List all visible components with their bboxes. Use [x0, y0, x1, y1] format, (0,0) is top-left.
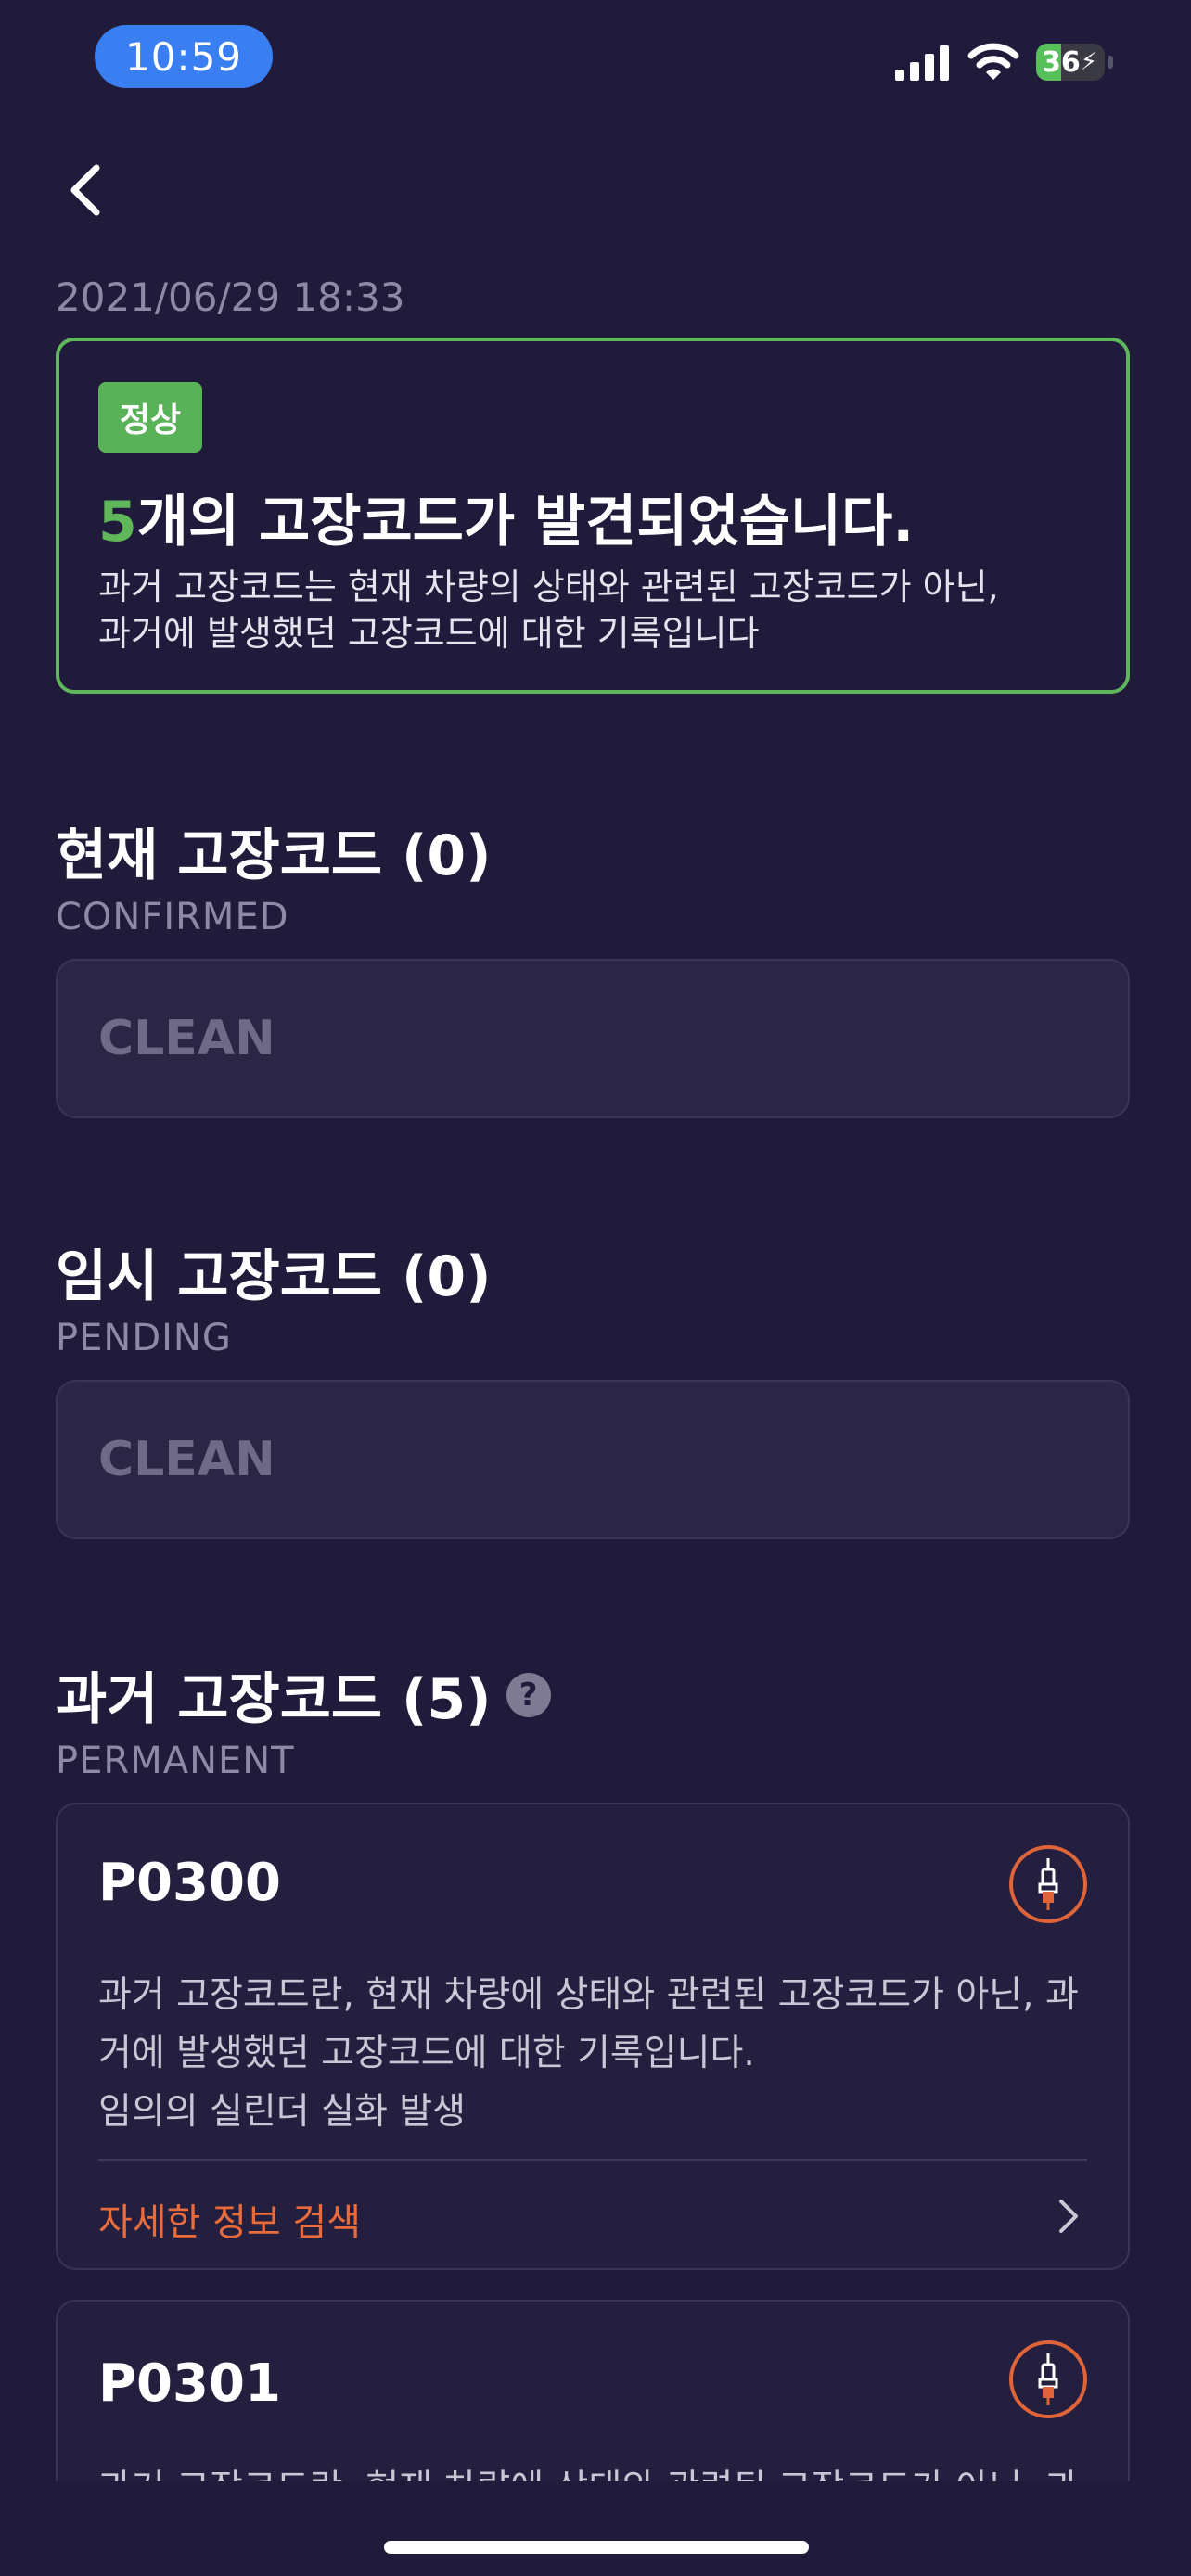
pending-codes-empty: CLEAN [56, 1380, 1130, 1539]
code-title: P0301 [98, 2353, 281, 2414]
section-title-permanent: 과거 고장코드 (5) ? [56, 1654, 551, 1735]
spark-plug-glyph [1038, 1858, 1058, 1910]
code-description-line: 거에 발생했던 고장코드에 대한 기록입니다. [98, 2033, 755, 2074]
status-time: 10:59 [95, 25, 273, 88]
battery-cap [1108, 56, 1113, 69]
bottom-safe-area [0, 2481, 1191, 2576]
status-badge: 정상 [98, 382, 202, 453]
screen: 10:59 36 ⚡ 2021/06/29 18:33 정상 5개의 고장코드가… [0, 0, 1191, 2576]
spark-plug-icon[interactable] [1009, 2340, 1087, 2418]
code-description-line: 임의의 실린더 실화 발생 [98, 2091, 466, 2133]
code-description: 과거 고장코드란, 현재 차량에 상태와 관련된 고장코드가 아닌, 과 거에 … [98, 1966, 1091, 2141]
home-indicator[interactable] [384, 2541, 809, 2554]
section-title-pending: 임시 고장코드 (0) [56, 1244, 492, 1309]
section-title-current: 현재 고장코드 (0) [56, 823, 492, 888]
summary-description: 과거 고장코드는 현재 차량의 상태와 관련된 고장코드가 아닌, 과거에 발생… [98, 564, 1082, 657]
section-subtitle-permanent: PERMANENT [56, 1740, 295, 1782]
report-date: 2021/06/29 18:33 [56, 274, 405, 320]
charging-icon: ⚡ [1080, 48, 1098, 76]
code-card: P0300 과거 고장코드란, 현재 차량에 상태와 관련된 고장코드가 아닌,… [56, 1803, 1130, 2270]
code-count: 5 [98, 490, 137, 555]
summary-title-text: 개의 고장코드가 발견되었습니다. [136, 490, 915, 555]
code-title: P0300 [98, 1853, 281, 1913]
cellular-signal-icon [895, 45, 949, 81]
divider [98, 2159, 1087, 2161]
spark-plug-icon[interactable] [1009, 1845, 1087, 1923]
summary-description-line: 과거에 발생했던 고장코드에 대한 기록입니다 [98, 613, 760, 654]
summary-title: 5개의 고장코드가 발견되었습니다. [98, 477, 914, 557]
code-description-line: 과거 고장코드란, 현재 차량에 상태와 관련된 고장코드가 아닌, 과 [98, 1974, 1079, 2016]
section-subtitle-pending: PENDING [56, 1317, 232, 1359]
spark-plug-glyph [1038, 2353, 1058, 2405]
summary-card: 정상 5개의 고장코드가 발견되었습니다. 과거 고장코드는 현재 차량의 상태… [56, 338, 1130, 694]
chevron-left-icon [70, 164, 100, 216]
current-codes-empty: CLEAN [56, 959, 1130, 1118]
battery-level: 36 [1042, 45, 1081, 79]
summary-description-line: 과거 고장코드는 현재 차량의 상태와 관련된 고장코드가 아닌, [98, 567, 999, 607]
back-button[interactable] [58, 158, 113, 223]
detail-search-link[interactable]: 자세한 정보 검색 [98, 2192, 361, 2246]
wifi-icon [967, 43, 1019, 80]
status-icons: 36 ⚡ [895, 39, 1113, 85]
battery-indicator: 36 ⚡ [1036, 44, 1105, 81]
section-subtitle-current: CONFIRMED [56, 896, 289, 938]
chevron-right-icon[interactable] [1057, 2198, 1080, 2235]
question-icon[interactable]: ? [506, 1672, 551, 1717]
section-title-permanent-text: 과거 고장코드 (5) [56, 1667, 492, 1732]
